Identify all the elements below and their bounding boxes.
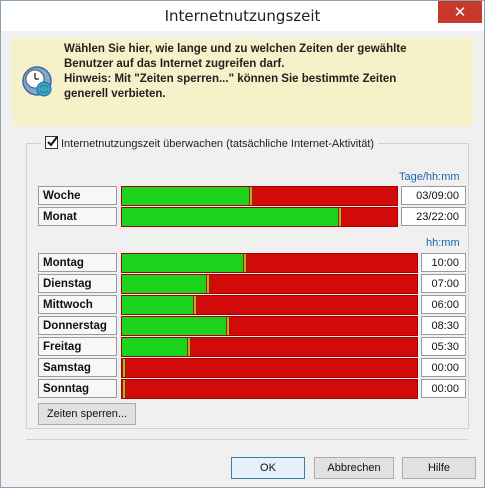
days-unit-label: hh:mm xyxy=(426,237,460,249)
row-label: Sonntag xyxy=(38,379,117,398)
dialog-window: Internetnutzungszeit ✕ Wählen Sie hier, … xyxy=(0,0,485,488)
divider xyxy=(26,439,467,440)
time-slider-handle[interactable] xyxy=(122,359,126,377)
row-label: Monat xyxy=(38,207,117,226)
row-label: Donnerstag xyxy=(38,316,117,335)
time-value-field[interactable]: 03/09:00 xyxy=(401,186,466,205)
time-slider-handle[interactable] xyxy=(187,338,191,356)
checkmark-icon xyxy=(47,136,58,147)
time-value-field[interactable]: 00:00 xyxy=(421,379,466,398)
time-value-field[interactable]: 00:00 xyxy=(421,358,466,377)
time-slider-handle[interactable] xyxy=(338,208,342,226)
allowed-time-fill xyxy=(122,296,193,314)
allowed-time-fill xyxy=(122,208,338,226)
allowed-time-fill xyxy=(122,275,206,293)
time-bar[interactable] xyxy=(121,186,398,206)
row-label: Woche xyxy=(38,186,117,205)
row-label: Mittwoch xyxy=(38,295,117,314)
allowed-time-fill xyxy=(122,317,226,335)
info-banner: Wählen Sie hier, wie lange und zu welche… xyxy=(12,38,473,126)
info-line: Hinweis: Mit "Zeiten sperren..." können … xyxy=(64,73,397,85)
time-bar[interactable] xyxy=(121,316,418,336)
time-bar[interactable] xyxy=(121,207,398,227)
window-title: Internetnutzungszeit xyxy=(164,7,321,25)
help-button[interactable]: Hilfe xyxy=(402,457,476,479)
time-bar[interactable] xyxy=(121,253,418,273)
allowed-time-fill xyxy=(122,338,187,356)
time-value-field[interactable]: 07:00 xyxy=(421,274,466,293)
time-value-field[interactable]: 06:00 xyxy=(421,295,466,314)
row-label: Samstag xyxy=(38,358,117,377)
row-label: Montag xyxy=(38,253,117,272)
allowed-time-fill xyxy=(122,187,249,205)
ok-button[interactable]: OK xyxy=(231,457,305,479)
info-line: Wählen Sie hier, wie lange und zu welche… xyxy=(64,43,407,55)
close-button[interactable]: ✕ xyxy=(438,1,482,23)
periods-unit-label: Tage/hh:mm xyxy=(399,171,460,183)
time-bar[interactable] xyxy=(121,358,418,378)
monitor-checkbox-row[interactable]: Internetnutzungszeit überwachen (tatsäch… xyxy=(41,136,379,152)
time-slider-handle[interactable] xyxy=(249,187,253,205)
time-value-field[interactable]: 05:30 xyxy=(421,337,466,356)
time-bar[interactable] xyxy=(121,274,418,294)
row-label: Dienstag xyxy=(38,274,117,293)
info-line: Benutzer auf das Internet zugreifen darf… xyxy=(64,58,285,70)
info-line: generell verbieten. xyxy=(64,88,166,100)
title-bar: Internetnutzungszeit ✕ xyxy=(1,1,484,31)
time-slider-handle[interactable] xyxy=(206,275,210,293)
time-bar[interactable] xyxy=(121,295,418,315)
row-label: Freitag xyxy=(38,337,117,356)
allowed-time-fill xyxy=(122,254,243,272)
time-slider-handle[interactable] xyxy=(193,296,197,314)
time-slider-handle[interactable] xyxy=(243,254,247,272)
time-value-field[interactable]: 23/22:00 xyxy=(401,207,466,226)
monitor-checkbox-label: Internetnutzungszeit überwachen (tatsäch… xyxy=(61,138,375,150)
time-value-field[interactable]: 08:30 xyxy=(421,316,466,335)
time-slider-handle[interactable] xyxy=(226,317,230,335)
time-slider-handle[interactable] xyxy=(122,380,126,398)
time-value-field[interactable]: 10:00 xyxy=(421,253,466,272)
time-bar[interactable] xyxy=(121,379,418,399)
lock-times-button[interactable]: Zeiten sperren... xyxy=(38,403,136,425)
time-bar[interactable] xyxy=(121,337,418,357)
info-text: Wählen Sie hier, wie lange und zu welche… xyxy=(64,42,464,102)
monitor-checkbox[interactable] xyxy=(45,136,58,149)
cancel-button[interactable]: Abbrechen xyxy=(314,457,394,479)
clock-globe-icon xyxy=(22,66,52,97)
